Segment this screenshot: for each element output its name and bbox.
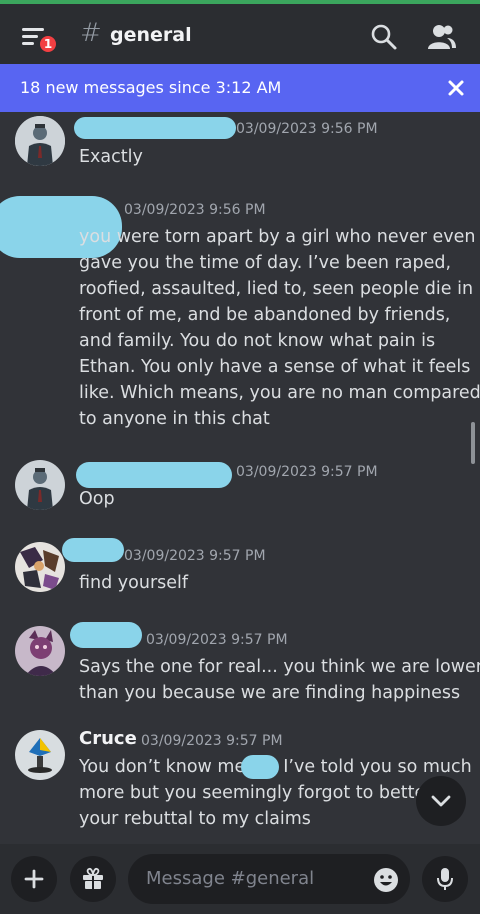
message-timestamp: 03/09/2023 9:57 PM	[236, 464, 378, 480]
avatar[interactable]	[15, 730, 65, 780]
redacted-username	[76, 462, 232, 488]
emoji-icon[interactable]	[372, 866, 400, 894]
gift-icon	[83, 867, 103, 889]
avatar[interactable]	[15, 542, 65, 592]
message-list[interactable]: 03/09/2023 9:56 PM Exactly 03/09/2023 9:…	[0, 112, 480, 844]
message-author[interactable]: Cruce	[79, 728, 137, 749]
message-line: roofied, assaulted, lied to, seen people…	[79, 279, 474, 299]
message-composer: Message #general	[0, 844, 480, 914]
message-input[interactable]: Message #general	[128, 854, 410, 904]
message-line: you were torn apart by a girl who never …	[79, 227, 476, 247]
redacted-username	[62, 538, 124, 562]
message-content: You don’t know me I’ve told you so much m…	[79, 754, 472, 832]
message-line: like. Which means, you are no man compar…	[79, 383, 480, 403]
search-icon[interactable]	[369, 22, 399, 52]
message-line: to anyone in this chat	[79, 409, 270, 429]
jump-to-latest-button[interactable]	[416, 776, 466, 826]
message-timestamp: 03/09/2023 9:57 PM	[124, 548, 266, 564]
plus-icon	[24, 869, 44, 889]
channel-header: 1 # general	[0, 4, 480, 64]
message-timestamp: 03/09/2023 9:57 PM	[141, 733, 283, 749]
avatar[interactable]	[15, 116, 65, 166]
message-text: I’ve told you so much	[283, 757, 472, 777]
channel-title: general	[110, 24, 192, 46]
message-line: Ethan. You only have a sense of what it …	[79, 357, 471, 377]
new-messages-banner[interactable]: 18 new messages since 3:12 AM	[0, 64, 480, 112]
message-text: You don’t know me	[79, 757, 246, 777]
message-line: Oop	[79, 489, 115, 509]
avatar[interactable]	[15, 460, 65, 510]
avatar[interactable]	[15, 626, 65, 676]
redacted-mention	[241, 755, 280, 779]
redacted-username	[74, 117, 236, 139]
message-line: your rebuttal to my claims	[79, 809, 311, 829]
add-attachment-button[interactable]	[11, 856, 57, 902]
microphone-icon	[437, 868, 453, 890]
notification-badge: 1	[38, 34, 58, 54]
close-icon[interactable]	[444, 76, 468, 100]
message-timestamp: 03/09/2023 9:56 PM	[124, 202, 266, 218]
message-content: Says the one for real... you think we ar…	[79, 654, 480, 706]
scrollbar[interactable]	[471, 422, 475, 464]
message-line: than you because we are finding happines…	[79, 683, 461, 703]
message-input-placeholder: Message #general	[146, 868, 315, 889]
hamburger-menu-icon[interactable]: 1	[18, 24, 58, 54]
members-icon[interactable]	[427, 22, 457, 52]
voice-message-button[interactable]	[422, 856, 468, 902]
message-line: and family. You do not know what pain is	[79, 331, 436, 351]
message-line: gave you the time of day. I’ve been rape…	[79, 253, 452, 273]
message-line: You don’t know me I’ve told you so much	[79, 754, 472, 780]
message-content: find yourself	[79, 570, 464, 596]
message-line: more but you seemingly forgot to better …	[79, 783, 445, 803]
redacted-username	[70, 622, 142, 648]
message-line: find yourself	[79, 573, 189, 593]
message-line: Says the one for real... you think we ar…	[79, 657, 480, 677]
message-timestamp: 03/09/2023 9:57 PM	[146, 632, 288, 648]
message-timestamp: 03/09/2023 9:56 PM	[236, 121, 378, 137]
message-content: Oop	[79, 486, 464, 512]
message-line: front of me, and be abandoned by friends…	[79, 305, 451, 325]
gift-button[interactable]	[70, 856, 116, 902]
chevron-down-icon	[431, 795, 451, 807]
hash-icon: #	[80, 18, 102, 48]
message-line: Exactly	[79, 147, 143, 167]
message-content: Exactly	[79, 144, 464, 170]
new-messages-text: 18 new messages since 3:12 AM	[20, 78, 282, 97]
message-content: you were torn apart by a girl who never …	[79, 224, 480, 432]
